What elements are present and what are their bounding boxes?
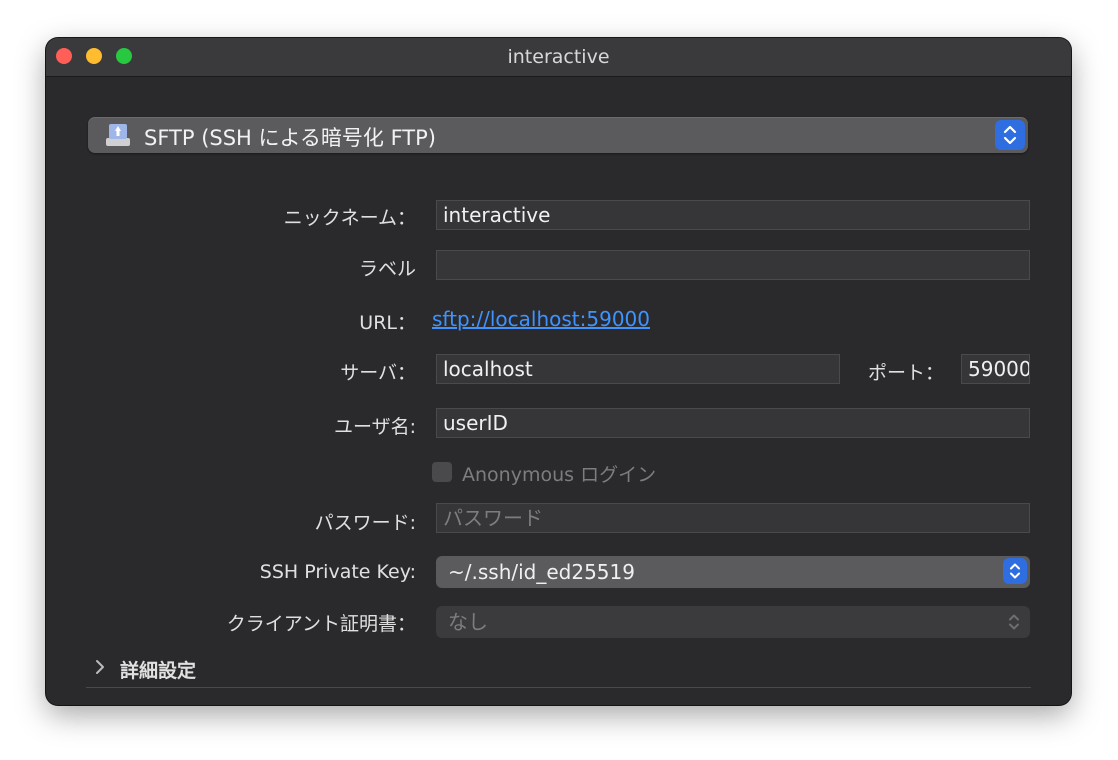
protocol-label: SFTP (SSH による暗号化 FTP) bbox=[144, 126, 436, 150]
ssh-key-stepper[interactable] bbox=[1003, 558, 1027, 584]
ssh-key-value: ~/.ssh/id_ed25519 bbox=[448, 560, 635, 584]
nickname-label: ニックネーム： bbox=[283, 207, 416, 229]
url-link[interactable]: sftp://localhost:59000 bbox=[432, 307, 650, 331]
url-label: URL： bbox=[359, 312, 416, 334]
connection-window: interactive SFTP (SSH による暗号化 FTP) ニックネーム… bbox=[46, 38, 1071, 705]
server-drive-icon bbox=[106, 124, 130, 146]
window-title: interactive bbox=[507, 46, 610, 68]
ssh-key-label: SSH Private Key: bbox=[259, 561, 416, 583]
ssh-key-popup[interactable]: ~/.ssh/id_ed25519 bbox=[436, 556, 1030, 588]
title-bar[interactable]: interactive bbox=[46, 38, 1071, 77]
client-cert-popup[interactable]: なし bbox=[436, 606, 1030, 638]
up-down-chevron-icon bbox=[1010, 563, 1020, 579]
client-cert-label: クライアント証明書： bbox=[226, 613, 416, 635]
server-field[interactable]: localhost bbox=[436, 354, 840, 384]
username-label: ユーザ名: bbox=[333, 416, 416, 438]
server-label: サーバ： bbox=[340, 362, 416, 384]
port-label: ポート： bbox=[867, 362, 944, 384]
chevron-right-icon[interactable] bbox=[94, 659, 106, 675]
divider bbox=[86, 687, 1031, 688]
protocol-popup[interactable]: SFTP (SSH による暗号化 FTP) bbox=[88, 117, 1028, 153]
nickname-field[interactable]: interactive bbox=[436, 200, 1030, 230]
anonymous-checkbox[interactable] bbox=[432, 462, 452, 482]
advanced-settings-toggle[interactable]: 詳細設定 bbox=[120, 656, 196, 683]
up-down-chevron-icon bbox=[1003, 125, 1017, 145]
anonymous-label[interactable]: Anonymous ログイン bbox=[462, 460, 656, 487]
up-down-chevron-icon bbox=[1009, 614, 1019, 630]
client-cert-value: なし bbox=[448, 610, 488, 634]
label-field[interactable] bbox=[436, 250, 1030, 280]
username-field[interactable]: userID bbox=[436, 408, 1030, 438]
password-label: パスワード: bbox=[314, 512, 416, 534]
label-field-label: ラベル bbox=[358, 258, 416, 280]
password-field[interactable]: パスワード bbox=[436, 503, 1030, 533]
port-field[interactable]: 59000 bbox=[961, 354, 1030, 384]
protocol-stepper[interactable] bbox=[995, 120, 1025, 150]
